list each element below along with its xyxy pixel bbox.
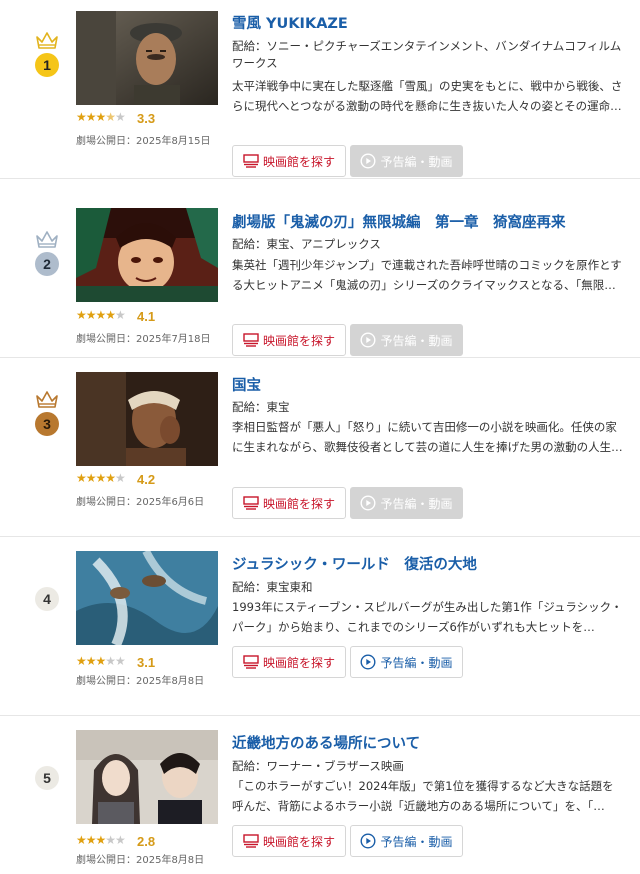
- find-theater-button[interactable]: 映画館を探す: [232, 646, 346, 678]
- find-theater-button[interactable]: 映画館を探す: [232, 487, 346, 519]
- release-date: 劇場公開日：2025年8月8日: [76, 855, 205, 866]
- rank-badge: 2: [35, 252, 59, 276]
- movie-description: 太平洋戦争中に実在した駆逐艦「雪風」の史実をもとに、戦中から戦後、さらに現代へと…: [232, 79, 623, 113]
- movie-description: 「このホラーがすごい！2024年版」で第1位を獲得するなど大きな話題を呼んだ、背…: [232, 779, 614, 813]
- play-icon: [360, 153, 376, 169]
- distributor: 配給：東宝、アニプレックス: [232, 237, 381, 251]
- rank-indicator: 5: [33, 764, 61, 790]
- crown-icon: [36, 391, 58, 408]
- star-rating: ★★★★★: [76, 308, 126, 322]
- play-icon: [360, 495, 376, 511]
- theater-icon: [243, 496, 259, 510]
- release-date: 劇場公開日：2025年6月6日: [76, 497, 205, 508]
- movie-title[interactable]: 雪風 YUKIKAZE: [232, 12, 348, 33]
- trailer-button: 予告編・動画: [350, 487, 463, 519]
- rank-badge: 3: [35, 412, 59, 436]
- ranking-item: 3 ★★★★★ 4.2 劇場公開日：2025年6月6日 国宝 配給：東宝 李相日…: [0, 358, 640, 537]
- release-date: 劇場公開日：2025年7月18日: [76, 334, 211, 345]
- movie-poster[interactable]: [76, 551, 218, 645]
- movie-title[interactable]: 劇場版「鬼滅の刃」無限城編 第一章 猗窩座再来: [232, 211, 566, 232]
- theater-icon: [243, 333, 259, 347]
- trailer-button: 予告編・動画: [350, 145, 463, 177]
- release-date: 劇場公開日：2025年8月8日: [76, 676, 205, 687]
- rank-badge: 5: [35, 766, 59, 790]
- rating-value: 4.1: [137, 309, 156, 324]
- movie-title[interactable]: ジュラシック・ワールド 復活の大地: [232, 553, 477, 574]
- rating-value: 3.3: [137, 111, 156, 126]
- movie-poster[interactable]: [76, 11, 218, 105]
- rank-indicator: 2: [33, 230, 61, 276]
- release-date: 劇場公開日：2025年8月15日: [76, 136, 211, 147]
- movie-poster[interactable]: [76, 730, 218, 824]
- star-rating: ★★★★★: [76, 110, 126, 124]
- rating-value: 2.8: [137, 834, 156, 849]
- crown-icon: [36, 32, 58, 49]
- distributor: 配給：ソニー・ピクチャーズエンタテインメント、バンダイナムコフィルムワークス: [232, 39, 622, 70]
- trailer-button[interactable]: 予告編・動画: [350, 646, 463, 678]
- ranking-item: 1 ★★★★★ 3.3 劇場公開日：2025年8月15日 雪風 YUKIKAZE…: [0, 0, 640, 179]
- theater-icon: [243, 834, 259, 848]
- trailer-button: 予告編・動画: [350, 324, 463, 356]
- movie-ranking-list: 1 ★★★★★ 3.3 劇場公開日：2025年8月15日 雪風 YUKIKAZE…: [0, 0, 640, 874]
- trailer-button[interactable]: 予告編・動画: [350, 825, 463, 857]
- movie-poster[interactable]: [76, 208, 218, 302]
- find-theater-button[interactable]: 映画館を探す: [232, 324, 346, 356]
- rank-indicator: 3: [33, 390, 61, 436]
- movie-title[interactable]: 国宝: [232, 374, 261, 395]
- star-rating: ★★★★★: [76, 833, 126, 847]
- movie-poster[interactable]: [76, 372, 218, 466]
- theater-icon: [243, 655, 259, 669]
- rank-badge: 1: [35, 53, 59, 77]
- movie-description: 李相日監督が「悪人」「怒り」に続いて吉田修一の小説を映画化。任侠の家に生まれなが…: [232, 420, 623, 454]
- star-rating: ★★★★★: [76, 471, 126, 485]
- movie-title[interactable]: 近畿地方のある場所について: [232, 732, 420, 753]
- play-icon: [360, 332, 376, 348]
- rank-indicator: 1: [33, 31, 61, 77]
- rating-value: 4.2: [137, 472, 156, 487]
- ranking-item: 2 ★★★★★ 4.1 劇場公開日：2025年7月18日 劇場版「鬼滅の刃」無限…: [0, 179, 640, 358]
- movie-description: 1993年にスティーブン・スピルバーグが生み出した第1作「ジュラシック・パーク」…: [232, 600, 623, 634]
- rank-badge: 4: [35, 587, 59, 611]
- movie-description: 集英社「週刊少年ジャンプ」で連載された吾峠呼世晴のコミックを原作とする大ヒットア…: [232, 258, 622, 292]
- ranking-item: 5 ★★★★★ 2.8 劇場公開日：2025年8月8日 近畿地方のある場所につい…: [0, 716, 640, 874]
- star-rating: ★★★★★: [76, 654, 126, 668]
- crown-icon: [36, 231, 58, 248]
- distributor: 配給：東宝: [232, 400, 290, 414]
- play-icon: [360, 833, 376, 849]
- rating-value: 3.1: [137, 655, 156, 670]
- find-theater-button[interactable]: 映画館を探す: [232, 145, 346, 177]
- distributor: 配給：東宝東和: [232, 580, 313, 594]
- find-theater-button[interactable]: 映画館を探す: [232, 825, 346, 857]
- rank-indicator: 4: [33, 585, 61, 611]
- play-icon: [360, 654, 376, 670]
- ranking-item: 4 ★★★★★ 3.1 劇場公開日：2025年8月8日 ジュラシック・ワールド …: [0, 537, 640, 716]
- theater-icon: [243, 154, 259, 168]
- distributor: 配給：ワーナー・ブラザース映画: [232, 759, 404, 773]
